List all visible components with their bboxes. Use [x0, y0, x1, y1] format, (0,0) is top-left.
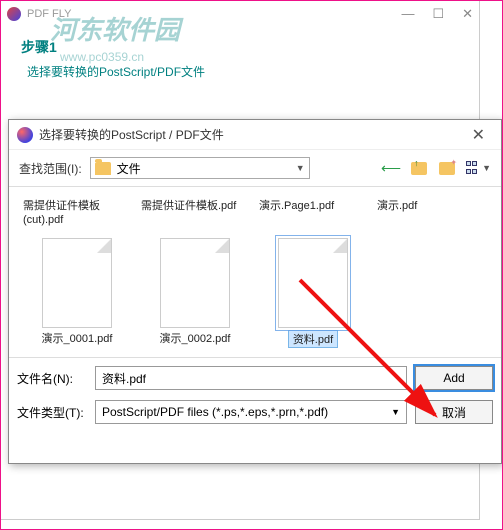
filename-input[interactable]: [95, 366, 407, 390]
dialog-titlebar: 选择要转换的PostScript / PDF文件 ✕: [9, 120, 501, 150]
dialog-close-icon[interactable]: ✕: [464, 125, 493, 145]
look-in-combo[interactable]: 文件 ▼: [90, 157, 310, 179]
list-item[interactable]: 演示.Page1.pdf: [259, 199, 367, 228]
pdf-thumb-icon: [160, 238, 230, 328]
file-thumb-selected[interactable]: 资料.pdf: [259, 238, 367, 348]
folder-icon: [95, 162, 111, 175]
minimize-icon[interactable]: —: [401, 6, 414, 22]
dialog-bottom: 文件名(N): Add 文件类型(T): PostScript/PDF file…: [9, 358, 501, 442]
list-item[interactable]: 演示.pdf: [377, 199, 485, 228]
thumb-label: 演示_0002.pdf: [160, 333, 231, 345]
file-thumb[interactable]: 演示_0002.pdf: [141, 238, 249, 348]
add-button[interactable]: Add: [415, 366, 493, 390]
pdf-thumb-icon: [42, 238, 112, 328]
new-folder-icon[interactable]: [438, 159, 456, 177]
view-menu-icon[interactable]: ▼: [466, 159, 491, 177]
app-icon: [7, 7, 21, 21]
filename-row: 文件名(N): Add: [17, 366, 493, 390]
toolbar-icons: ⟵ ▼: [382, 159, 491, 177]
window-controls: — ☐ ✕: [401, 6, 473, 22]
filetype-label: 文件类型(T):: [17, 404, 87, 421]
file-list[interactable]: 需提供证件模板 (cut).pdf 需提供证件模板.pdf 演示.Page1.p…: [9, 186, 501, 358]
dialog-title: 选择要转换的PostScript / PDF文件: [39, 126, 224, 143]
look-in-label: 查找范围(I):: [19, 160, 82, 177]
up-folder-icon[interactable]: [410, 159, 428, 177]
watermark-url: www.pc0359.cn: [60, 50, 144, 64]
file-open-dialog: 选择要转换的PostScript / PDF文件 ✕ 查找范围(I): 文件 ▼…: [8, 119, 502, 464]
filetype-value: PostScript/PDF files (*.ps,*.eps,*.prn,*…: [102, 405, 328, 419]
thumb-label: 演示_0001.pdf: [42, 333, 113, 345]
watermark-text: 河东软件园: [50, 10, 180, 47]
file-names-row: 需提供证件模板 (cut).pdf 需提供证件模板.pdf 演示.Page1.p…: [17, 195, 493, 232]
chevron-down-icon: ▼: [391, 407, 400, 417]
thumb-label: 资料.pdf: [288, 330, 338, 348]
list-item[interactable]: 需提供证件模板.pdf: [141, 199, 249, 228]
dialog-icon: [17, 127, 33, 143]
chevron-down-icon: ▼: [296, 163, 305, 173]
file-thumbs-row: 演示_0001.pdf 演示_0002.pdf 资料.pdf: [17, 232, 493, 348]
close-icon[interactable]: ✕: [462, 6, 473, 22]
maximize-icon[interactable]: ☐: [432, 6, 444, 22]
list-item[interactable]: 需提供证件模板 (cut).pdf: [23, 199, 131, 228]
dialog-toolbar: 查找范围(I): 文件 ▼ ⟵ ▼: [9, 150, 501, 186]
filetype-select[interactable]: PostScript/PDF files (*.ps,*.eps,*.prn,*…: [95, 400, 407, 424]
back-icon[interactable]: ⟵: [382, 159, 400, 177]
filename-label: 文件名(N):: [17, 370, 87, 387]
filetype-row: 文件类型(T): PostScript/PDF files (*.ps,*.ep…: [17, 400, 493, 424]
pdf-thumb-icon: [278, 238, 348, 328]
look-in-value: 文件: [117, 160, 141, 177]
file-thumb[interactable]: 演示_0001.pdf: [23, 238, 131, 348]
cancel-button[interactable]: 取消: [415, 400, 493, 424]
